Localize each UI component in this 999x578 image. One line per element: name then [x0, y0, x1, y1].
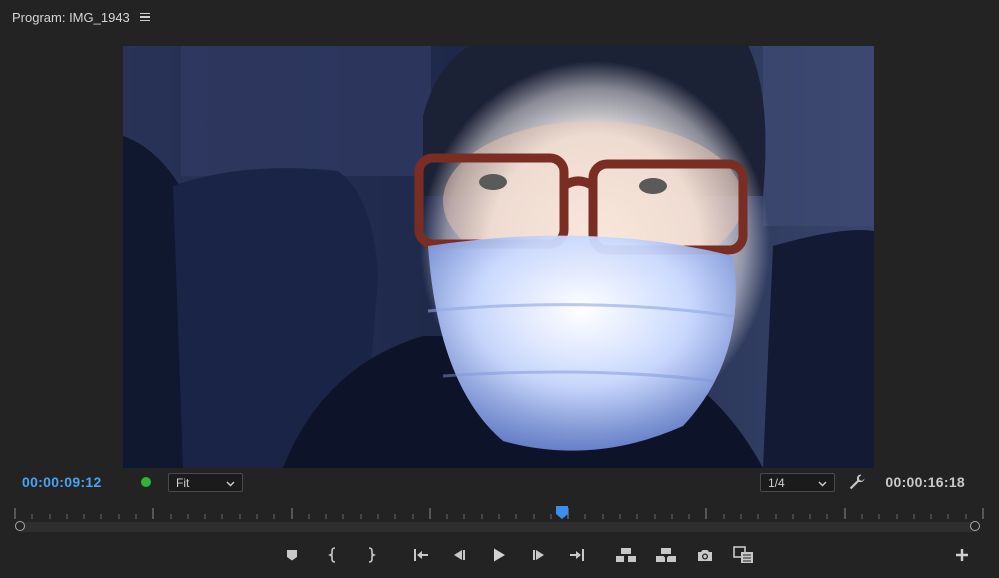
- hamburger-icon[interactable]: [139, 12, 150, 22]
- chevron-down-icon: [226, 476, 235, 490]
- video-frame: [123, 46, 874, 468]
- zoom-level-value: Fit: [176, 475, 190, 490]
- playback-resolution-value: 1/4: [768, 475, 785, 490]
- transport-controls: [0, 542, 999, 568]
- camera-icon[interactable]: [692, 542, 718, 568]
- time-ruler[interactable]: [14, 506, 984, 520]
- mark-in-icon[interactable]: [321, 542, 347, 568]
- plus-icon[interactable]: [949, 542, 975, 568]
- step-back-icon[interactable]: [446, 542, 472, 568]
- mark-out-icon[interactable]: [357, 542, 383, 568]
- panel-title: Program: IMG_1943: [12, 9, 130, 25]
- comparison-view-icon[interactable]: [731, 542, 757, 568]
- wrench-icon[interactable]: [848, 473, 866, 496]
- chevron-down-icon: [818, 476, 827, 490]
- scrub-bar[interactable]: [20, 522, 977, 532]
- marker-icon[interactable]: [279, 542, 305, 568]
- go-to-in-icon[interactable]: [408, 542, 434, 568]
- playhead[interactable]: [555, 505, 569, 525]
- status-indicator: [141, 477, 151, 487]
- program-monitor-viewer[interactable]: [123, 46, 874, 468]
- in-point-handle[interactable]: [15, 521, 25, 531]
- current-timecode[interactable]: 00:00:09:12: [22, 474, 102, 490]
- panel-header: Program: IMG_1943: [12, 8, 150, 26]
- playback-resolution-select[interactable]: 1/4: [760, 473, 835, 492]
- lift-icon[interactable]: [613, 542, 639, 568]
- step-forward-icon[interactable]: [526, 542, 552, 568]
- out-point-handle[interactable]: [970, 521, 980, 531]
- extract-icon[interactable]: [653, 542, 679, 568]
- play-icon[interactable]: [486, 542, 512, 568]
- go-to-out-icon[interactable]: [564, 542, 590, 568]
- duration-timecode: 00:00:16:18: [885, 474, 965, 490]
- zoom-level-select[interactable]: Fit: [168, 473, 243, 492]
